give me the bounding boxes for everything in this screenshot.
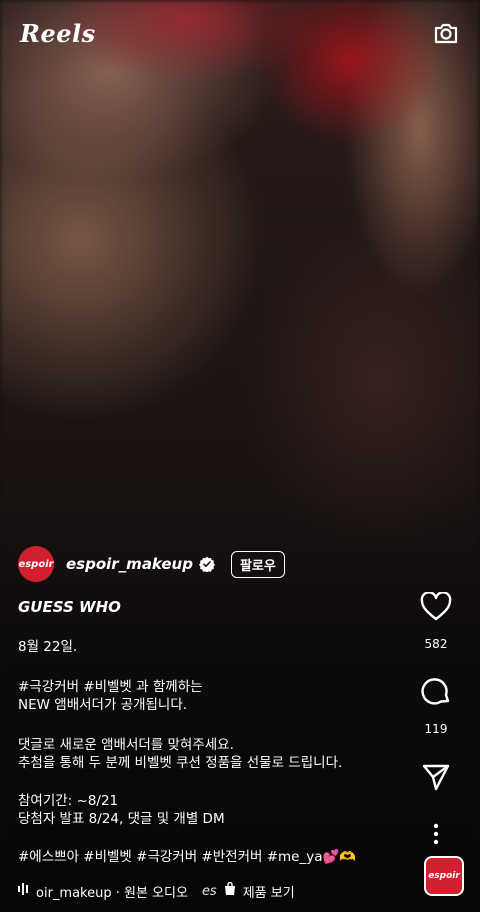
camera-icon[interactable] bbox=[432, 19, 460, 47]
audio-bars-icon bbox=[18, 883, 30, 899]
heart-icon[interactable] bbox=[420, 591, 452, 627]
like-action[interactable]: 582 bbox=[420, 591, 452, 651]
caption-period-text: 참여기간: ~8/21 당첨자 발표 8/24, 댓글 및 개별 DM bbox=[18, 793, 225, 827]
more-vertical-icon[interactable] bbox=[433, 823, 439, 850]
username[interactable]: espoir_makeup bbox=[66, 555, 193, 573]
comment-action[interactable]: 119 bbox=[420, 675, 452, 736]
audio-thumbnail[interactable]: espoir bbox=[424, 856, 464, 896]
follow-button[interactable]: 팔로우 bbox=[230, 550, 285, 578]
shopping-bag-icon bbox=[223, 881, 237, 900]
caption-cta-text: 댓글로 새로운 앰배서더를 맞혀주세요. 추첨을 통해 두 분께 비벨벳 쿠션 … bbox=[18, 737, 343, 771]
avatar[interactable]: espoir bbox=[18, 546, 54, 582]
verified-badge-icon bbox=[198, 556, 215, 573]
more-action[interactable] bbox=[433, 823, 439, 850]
caption-title: GUESS WHO bbox=[18, 598, 410, 616]
caption-intro: #극강커버 #비벨벳 과 함께하는 NEW 앰배서더가 공개됩니다. bbox=[18, 678, 410, 714]
avatar-label: espoir bbox=[18, 558, 54, 570]
author-row: espoir espoir_makeup 팔로우 bbox=[18, 546, 285, 582]
audio-thumbnail-logo: espoir bbox=[426, 858, 462, 894]
like-count: 582 bbox=[424, 637, 448, 651]
comment-count: 119 bbox=[424, 722, 448, 736]
page-title: Reels bbox=[20, 18, 96, 48]
top-bar: Reels bbox=[0, 0, 480, 66]
caption-period: 참여기간: ~8/21 당첨자 발표 8/24, 댓글 및 개별 DM bbox=[18, 792, 410, 828]
audio-track[interactable]: oir_makeup · 원본 오디오 bbox=[36, 882, 188, 901]
share-action[interactable] bbox=[421, 762, 451, 797]
comment-icon[interactable] bbox=[420, 675, 452, 712]
caption-intro-text: #극강커버 #비벨벳 과 함께하는 NEW 앰배서더가 공개됩니다. bbox=[18, 679, 203, 713]
audio-row[interactable]: oir_makeup · 원본 오디오 es 제품 보기 bbox=[18, 880, 295, 902]
caption-title-text: GUESS WHO bbox=[18, 598, 121, 616]
action-rail: 582 119 bbox=[408, 591, 464, 850]
caption-date: 8월 22일. bbox=[18, 638, 410, 656]
caption-cta: 댓글로 새로운 앰배서더를 맞혀주세요. 추첨을 통해 두 분께 비벨벳 쿠션 … bbox=[18, 736, 410, 772]
send-icon[interactable] bbox=[421, 762, 451, 797]
audio-thumbnail-text: espoir bbox=[428, 871, 460, 881]
caption-hashtags-text[interactable]: #에스쁘아 #비벨벳 #극강커버 #반전커버 #me_ya💕🫶 bbox=[18, 848, 410, 866]
caption-hashtags[interactable]: #에스쁘아 #비벨벳 #극강커버 #반전커버 #me_ya💕🫶 bbox=[18, 848, 410, 866]
product-prefix: es bbox=[201, 883, 217, 899]
caption-date-text: 8월 22일. bbox=[18, 639, 78, 655]
view-products-link[interactable]: 제품 보기 bbox=[243, 882, 295, 901]
